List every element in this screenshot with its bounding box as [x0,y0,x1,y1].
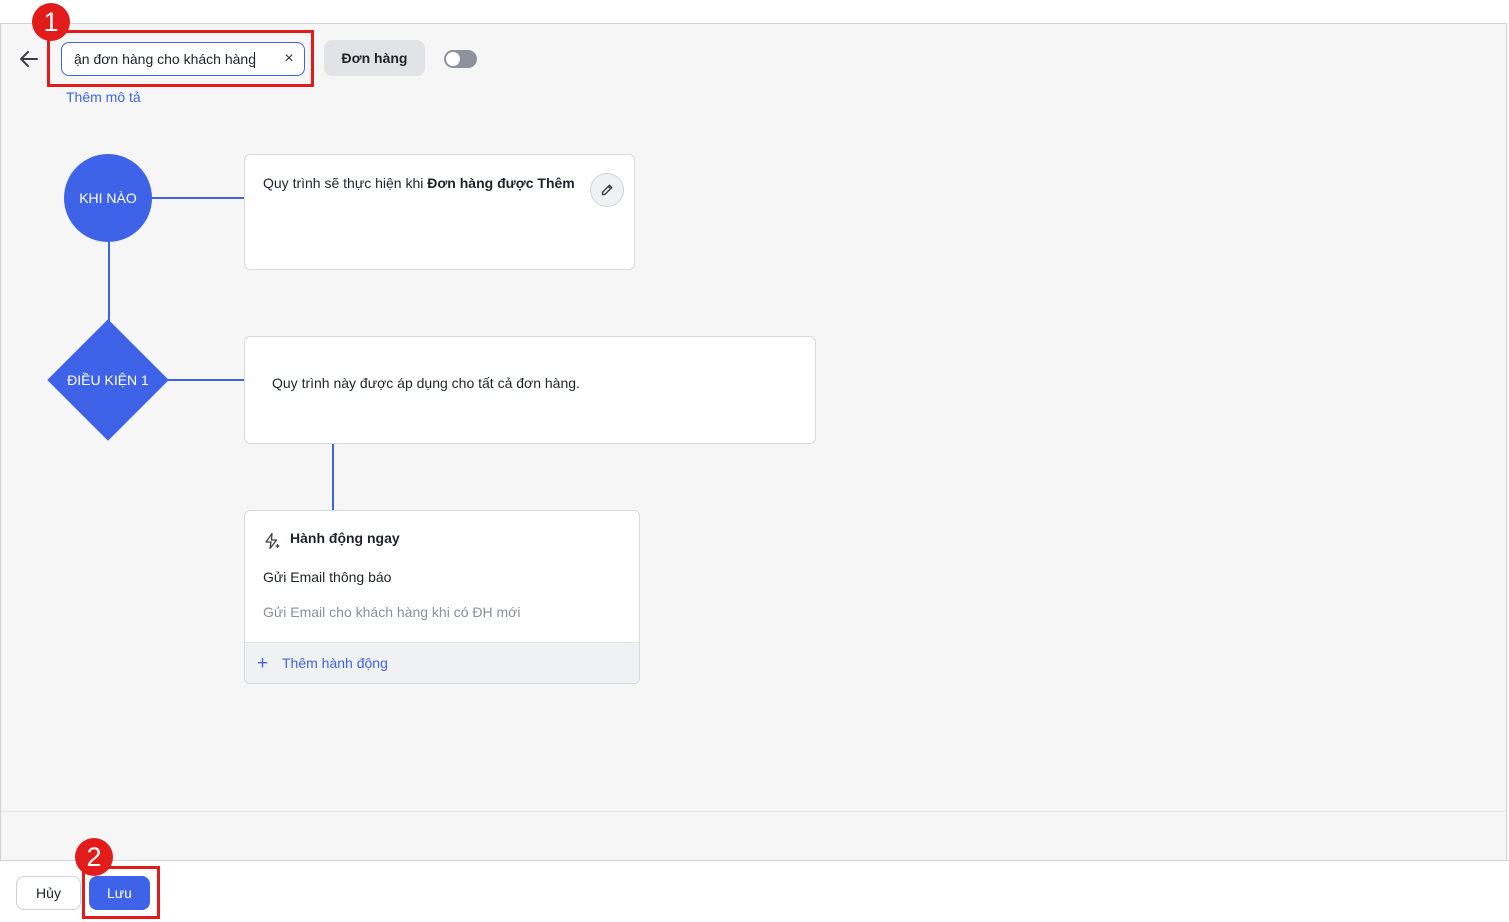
back-arrow-icon[interactable] [17,47,41,71]
condition-description: Quy trình này được áp dụng cho tất cả đơ… [272,375,580,391]
annotation-badge-1: 1 [32,3,70,41]
condition-node: ĐIỀU KIỆN 1 [47,318,169,442]
footer-divider [0,860,1509,861]
add-action-label: Thêm hành động [282,655,388,671]
plus-icon: + [257,653,269,674]
entity-tag: Đơn hàng [324,40,425,76]
action-description: Gửi Email cho khách hàng khi có ĐH mới [263,604,521,620]
canvas-divider [1,811,1506,812]
annotation-badge-2: 2 [75,838,113,876]
add-description-link[interactable]: Thêm mô tả [66,89,141,105]
trigger-event: Đơn hàng được Thêm [427,175,575,191]
add-action-button[interactable]: + Thêm hành động [245,642,639,683]
connector-line [152,197,244,199]
trigger-node: KHI NÀO [64,154,152,242]
active-toggle[interactable] [444,50,477,68]
lightning-sparkle-icon [265,532,280,550]
connector-line [108,242,110,322]
pencil-icon [601,184,613,196]
condition-node-label: ĐIỀU KIỆN 1 [67,372,149,388]
cancel-button[interactable]: Hủy [16,876,81,910]
trigger-description: Quy trình sẽ thực hiện khi Đơn hàng được… [263,175,575,191]
action-title[interactable]: Gửi Email thông báo [263,569,391,585]
condition-card[interactable]: Quy trình này được áp dụng cho tất cả đơ… [244,336,816,444]
connector-line [168,379,244,381]
action-card: Hành động ngay Gửi Email thông báo Gửi E… [244,510,640,684]
action-header-label: Hành động ngay [290,530,400,546]
trigger-card: Quy trình sẽ thực hiện khi Đơn hàng được… [244,154,635,270]
toggle-knob [446,52,460,66]
annotation-highlight-1 [47,30,314,87]
connector-line [332,443,334,511]
edit-trigger-button[interactable] [590,173,624,207]
